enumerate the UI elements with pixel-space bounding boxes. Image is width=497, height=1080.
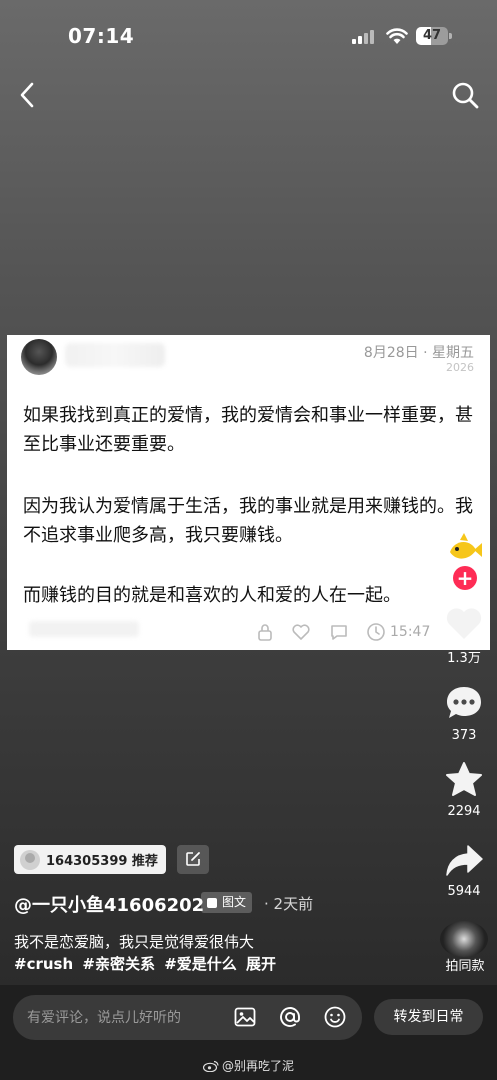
comment-bubble-icon [447, 687, 481, 718]
post-caption: 我不是恋爱脑，我只是觉得爱很伟大 [14, 933, 255, 951]
back-icon[interactable] [14, 80, 42, 110]
lock-icon [258, 624, 272, 641]
share-arrow-icon [446, 845, 483, 876]
favorite-button[interactable]: 2294 [440, 760, 488, 819]
comment-input[interactable] [27, 995, 227, 1040]
post-time: · 2天前 [264, 895, 314, 913]
share-button[interactable]: 5944 [440, 842, 488, 899]
watermark-text: @别再吃了泥 [222, 1059, 295, 1073]
comment-outline-icon [331, 625, 347, 640]
image-picker-icon[interactable] [233, 1005, 257, 1029]
author-name[interactable]: @一只小鱼41606202 [14, 891, 204, 917]
weibo-logo-icon [203, 1060, 219, 1072]
cellular-signal-icon [352, 30, 378, 44]
battery-level: 47 [422, 28, 442, 43]
music-same-style-label[interactable]: 拍同款 [440, 955, 490, 974]
favorite-count: 2294 [447, 804, 481, 819]
expand-caption-link[interactable]: 展开 [246, 955, 276, 973]
comment-box[interactable] [13, 995, 362, 1040]
status-time: 07:14 [68, 24, 135, 48]
recommender-chip[interactable]: 164305399 推荐 [14, 845, 166, 874]
like-count: 1.3万 [447, 651, 481, 666]
image-text-icon [207, 897, 217, 908]
note-author-avatar [21, 339, 57, 375]
edit-icon [186, 852, 200, 866]
search-icon[interactable] [450, 80, 480, 110]
hashtag-list: #crush #亲密关系 #爱是什么 展开 [14, 953, 280, 974]
note-year: 2026 [446, 361, 474, 374]
battery-icon: 47 [416, 27, 452, 45]
creator-avatar-fish-icon[interactable] [444, 530, 484, 570]
comment-button[interactable]: 373 [440, 684, 488, 743]
note-date: 8月28日 · 星期五 [363, 345, 474, 361]
heart-icon [446, 608, 482, 639]
post-type-badge: 图文 [201, 892, 253, 913]
share-count: 5944 [447, 884, 481, 899]
star-icon [446, 762, 482, 796]
follow-plus-button[interactable]: + [453, 566, 477, 590]
emoji-icon[interactable] [323, 1005, 347, 1029]
note-paragraph-3: 而赚钱的目的就是和喜欢的人和爱的人在一起。 [23, 585, 401, 606]
status-bar: 07:14 47 [0, 0, 497, 70]
post-type-label: 图文 [222, 895, 247, 909]
hashtag[interactable]: #爱是什么 [164, 955, 237, 973]
heart-outline-icon [292, 624, 310, 640]
comment-count: 373 [451, 728, 477, 743]
music-disc-icon[interactable] [440, 921, 488, 957]
note-paragraph-1: 如果我找到真正的爱情，我的爱情会和事业一样重要，甚至比事业还要重要。 [23, 405, 473, 455]
post-image-card[interactable]: 8月28日 · 星期五 2026 如果我找到真正的爱情，我的爱情会和事业一样重要… [7, 335, 490, 650]
recommender-text: 164305399 推荐 [46, 854, 158, 869]
note-footer-blurred [29, 621, 139, 637]
note-footer-time: 15:47 [390, 624, 431, 640]
hashtag[interactable]: #亲密关系 [82, 955, 155, 973]
edit-recommend-button[interactable] [177, 845, 209, 874]
hashtag[interactable]: #crush [14, 955, 73, 973]
mention-at-icon[interactable] [278, 1005, 302, 1029]
note-author-name-blurred [65, 343, 165, 367]
wifi-icon [386, 28, 408, 44]
clock-icon [367, 623, 385, 641]
watermark: @别再吃了泥 [203, 1057, 294, 1074]
recommender-avatar [20, 849, 40, 870]
forward-to-daily-button[interactable]: 转发到日常 [374, 999, 483, 1035]
like-button[interactable]: 1.3万 [440, 603, 488, 666]
note-paragraph-2: 因为我认为爱情属于生活，我的事业就是用来赚钱的。我不追求事业爬多高，我只要赚钱。 [23, 496, 473, 546]
